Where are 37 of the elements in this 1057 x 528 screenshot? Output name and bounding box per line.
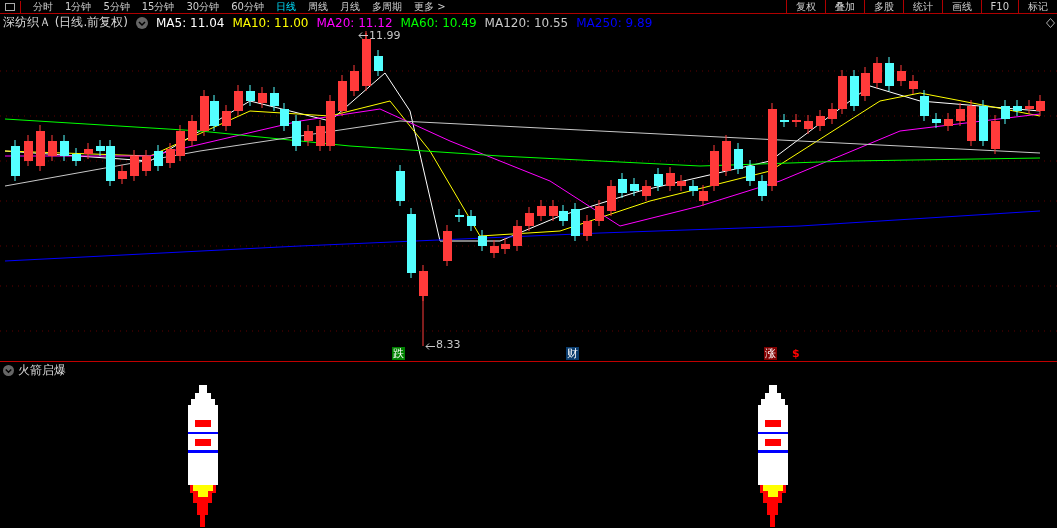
diamond-icon[interactable]: [1046, 17, 1055, 28]
moving-average-value: MA20: 11.12: [316, 15, 393, 30]
moving-average-value: MA60: 10.49: [400, 15, 477, 30]
moving-average-value: MA10: 11.00: [232, 15, 309, 30]
toolbar-button[interactable]: F10: [980, 0, 1018, 13]
stock-title: 深纺织Ａ (日线.前复权): [3, 14, 128, 31]
event-marker[interactable]: 跌: [392, 347, 405, 360]
period-tab[interactable]: 多周期: [371, 0, 402, 13]
period-tab[interactable]: 15分钟: [141, 0, 175, 13]
moving-average-value: MA120: 10.55: [484, 15, 569, 30]
toolbar-button[interactable]: 多股: [863, 0, 903, 13]
arrow-icon: [358, 32, 368, 39]
dropdown-icon[interactable]: [136, 16, 148, 29]
arrow-icon: [425, 343, 435, 350]
period-tab[interactable]: 周线: [307, 0, 328, 13]
period-tab[interactable]: 日线: [275, 0, 296, 13]
moving-average-value: MA250: 9.89: [576, 15, 653, 30]
toolbar-button[interactable]: 标记: [1018, 0, 1057, 13]
low-price-label: 8.33: [436, 338, 461, 351]
dollar-marker[interactable]: $: [791, 347, 801, 360]
dropdown-icon[interactable]: [3, 365, 14, 376]
period-tab[interactable]: 1分钟: [65, 0, 92, 13]
toolbar-button[interactable]: 叠加: [824, 0, 864, 13]
toolbar-button[interactable]: 复权: [785, 0, 825, 13]
event-marker[interactable]: 财: [566, 347, 579, 360]
period-tab[interactable]: 月线: [339, 0, 360, 13]
event-marker[interactable]: 涨: [764, 347, 777, 360]
toolbar-button[interactable]: 统计: [902, 0, 942, 13]
period-tab[interactable]: 5分钟: [103, 0, 130, 13]
moving-average-value: MA5: 11.04: [156, 15, 225, 30]
indicator-title: 火箭启爆: [18, 362, 66, 379]
toolbar-button[interactable]: 画线: [941, 0, 981, 13]
period-tab[interactable]: 60分钟: [231, 0, 264, 13]
period-tab[interactable]: 更多 >: [413, 0, 446, 13]
high-price-label: 11.99: [369, 29, 401, 42]
period-tab[interactable]: 分时: [33, 0, 53, 13]
period-tab[interactable]: 30分钟: [186, 0, 220, 13]
